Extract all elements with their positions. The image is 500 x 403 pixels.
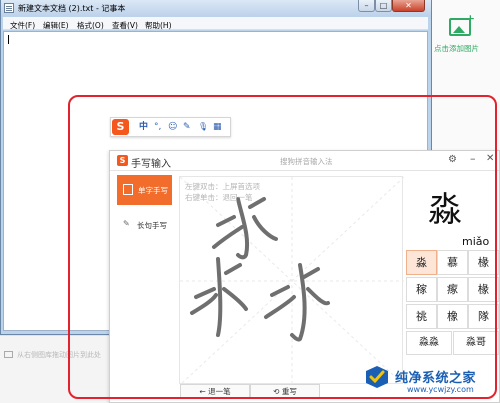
notepad-app-icon: [4, 3, 14, 13]
watermark-logo-icon: [366, 366, 388, 388]
minimize-button[interactable]: –: [358, 0, 375, 12]
close-button[interactable]: ✕: [392, 0, 425, 12]
text-caret: [8, 35, 9, 44]
menu-view[interactable]: 查看(V): [112, 20, 138, 31]
menu-format[interactable]: 格式(O): [77, 20, 104, 31]
add-picture-label[interactable]: 点击添加图片: [434, 43, 479, 54]
add-picture-icon[interactable]: [449, 12, 475, 36]
red-highlight-box: [68, 95, 497, 399]
watermark-url: www.ycwjzy.com: [407, 385, 474, 394]
menu-edit[interactable]: 编辑(E): [43, 20, 69, 31]
watermark-title: 纯净系统之家: [395, 371, 477, 386]
maximize-button[interactable]: □: [375, 0, 392, 12]
image-icon: [4, 351, 13, 358]
notepad-title: 新建文本文档 (2).txt - 记事本: [18, 4, 126, 13]
menu-help[interactable]: 帮助(H): [145, 20, 172, 31]
menu-file[interactable]: 文件(F): [10, 20, 35, 31]
